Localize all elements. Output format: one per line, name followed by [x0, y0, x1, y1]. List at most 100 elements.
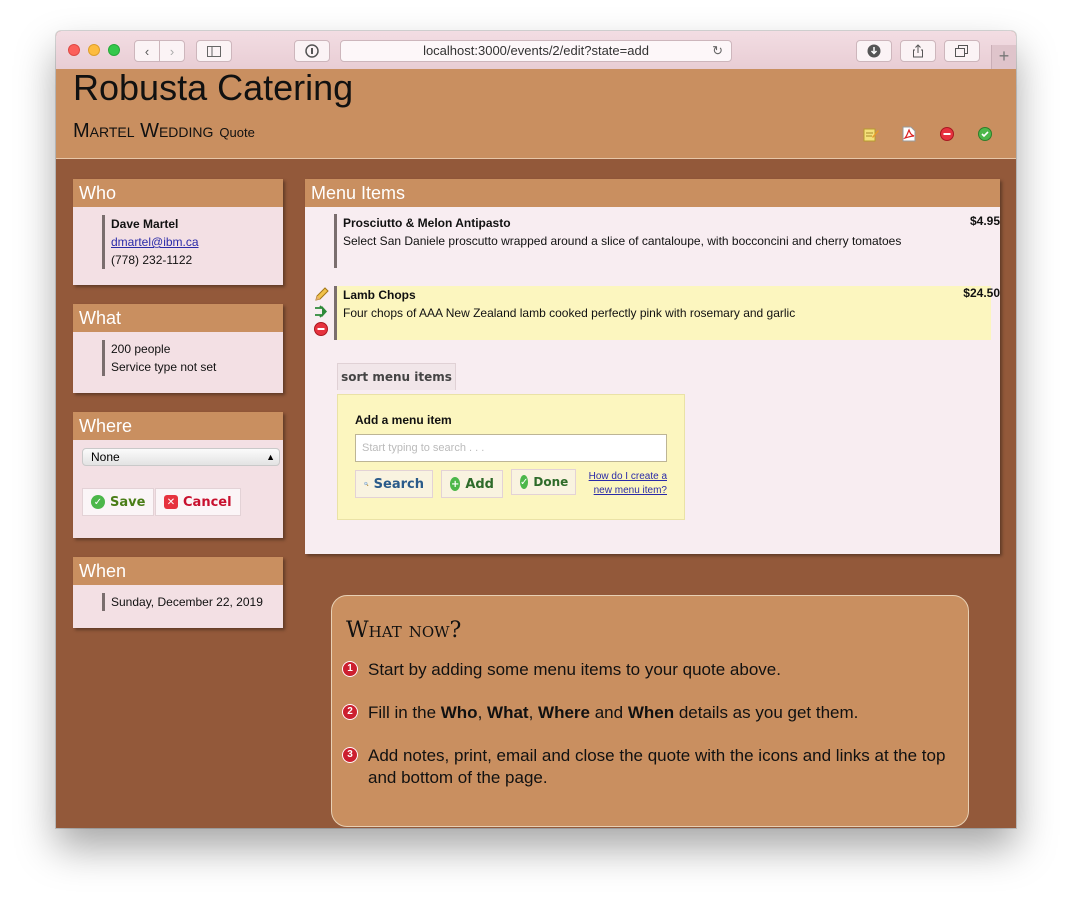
- step-number-badge: 1: [342, 661, 358, 677]
- add-menu-item-title: Add a menu item: [355, 413, 452, 427]
- site-title: Robusta Catering: [73, 67, 354, 108]
- done-label: Done: [533, 475, 569, 489]
- step-3: 3 Add notes, print, email and close the …: [342, 745, 958, 789]
- step-text-pre: Fill in the: [368, 703, 441, 722]
- search-button[interactable]: Search: [355, 470, 433, 498]
- approve-icon[interactable]: [977, 126, 993, 142]
- minimize-window-button[interactable]: [88, 44, 100, 56]
- step-what: What: [487, 703, 529, 722]
- select-arrows-icon: ▲: [266, 452, 275, 462]
- service-type: Service type not set: [111, 360, 217, 374]
- save-label: Save: [110, 494, 146, 510]
- what-now-box: What now? 1 Start by adding some menu it…: [331, 595, 969, 827]
- tabs-overview-button[interactable]: [944, 40, 980, 62]
- cancel-icon: ✕: [164, 495, 178, 509]
- menu-item[interactable]: Lamb Chops Four chops of AAA New Zealand…: [334, 286, 1000, 340]
- location-select-value: None: [91, 450, 120, 464]
- reload-icon[interactable]: ↻: [712, 41, 723, 61]
- search-label: Search: [373, 476, 424, 492]
- privacy-icon: [305, 44, 319, 58]
- browser-window: ‹ › localhost:3000/events/2/edit?state=a…: [56, 31, 1016, 828]
- sidebar-toggle-button[interactable]: [196, 40, 232, 62]
- sidebar-icon: [207, 45, 221, 57]
- what-details: 200 people Service type not set: [102, 340, 283, 376]
- step-sep: and: [590, 703, 628, 722]
- when-details: Sunday, December 22, 2019: [102, 593, 283, 611]
- address-bar[interactable]: localhost:3000/events/2/edit?state=add ↻: [340, 40, 732, 62]
- menu-item-actions: [314, 286, 330, 342]
- notes-icon[interactable]: [863, 126, 879, 142]
- people-count: 200 people: [111, 342, 171, 356]
- add-label: Add: [465, 476, 494, 492]
- menu-item[interactable]: Prosciutto & Melon Antipasto Select San …: [334, 214, 1000, 268]
- add-button[interactable]: + Add: [441, 470, 503, 498]
- contact-phone: (778) 232-1122: [111, 253, 193, 267]
- location-select[interactable]: None ▲: [82, 448, 280, 466]
- menu-title: Menu Items: [305, 179, 1000, 207]
- close-window-button[interactable]: [68, 44, 80, 56]
- contact-block: Dave Martel dmartel@ibm.ca (778) 232-112…: [102, 215, 283, 269]
- menu-items-panel: Menu Items Prosciutto & Melon Antipasto …: [305, 179, 1000, 554]
- pencil-icon[interactable]: [314, 287, 329, 302]
- chevron-left-icon: ‹: [144, 43, 150, 59]
- delete-icon[interactable]: [939, 126, 955, 142]
- share-button[interactable]: [900, 40, 936, 62]
- who-panel: Who Dave Martel dmartel@ibm.ca (778) 232…: [73, 179, 283, 285]
- sort-menu-items-button[interactable]: sort menu items: [337, 363, 456, 390]
- save-button[interactable]: ✓ Save: [82, 488, 155, 516]
- share-icon: [913, 44, 923, 58]
- menu-item-name: Prosciutto & Melon Antipasto: [343, 216, 511, 230]
- contact-email-link[interactable]: dmartel@ibm.ca: [111, 233, 283, 251]
- event-date: Sunday, December 22, 2019: [111, 595, 263, 609]
- what-panel: What 200 people Service type not set: [73, 304, 283, 393]
- url-text: localhost:3000/events/2/edit?state=add: [423, 43, 649, 58]
- where-panel: Where None ▲ ✓ Save ✕ Cancel: [73, 412, 283, 538]
- event-title: Martel Wedding Quote: [73, 120, 255, 143]
- menu-item-description: Four chops of AAA New Zealand lamb cooke…: [343, 306, 796, 320]
- when-panel: When Sunday, December 22, 2019: [73, 557, 283, 628]
- step-number-badge: 2: [342, 704, 358, 720]
- add-menu-item-box: Add a menu item Search + Add ✓ Done How …: [337, 394, 685, 520]
- check-icon: ✓: [91, 495, 105, 509]
- forward-button[interactable]: ›: [159, 40, 185, 62]
- tabs-icon: [955, 45, 968, 57]
- step-1: 1 Start by adding some menu items to you…: [342, 659, 958, 681]
- menu-search-input[interactable]: [355, 434, 667, 462]
- done-button[interactable]: ✓ Done: [511, 469, 576, 495]
- step-text: Start by adding some menu items to your …: [368, 660, 781, 679]
- step-text-post: details as you get them.: [674, 703, 859, 722]
- event-name: Martel Wedding: [73, 120, 214, 142]
- chevron-right-icon: ›: [169, 43, 175, 59]
- step-where: Where: [538, 703, 590, 722]
- help-create-menu-item-link[interactable]: How do I create a new menu item?: [587, 470, 667, 498]
- event-type: Quote: [219, 125, 255, 140]
- page-header: Robusta Catering Martel Wedding Quote: [56, 67, 1016, 159]
- cancel-label: Cancel: [183, 494, 232, 510]
- what-now-title: What now?: [346, 618, 462, 643]
- step-sep: ,: [528, 703, 539, 722]
- downloads-button[interactable]: [856, 40, 892, 62]
- menu-item-name: Lamb Chops: [343, 288, 416, 302]
- step-when: When: [627, 703, 675, 722]
- cancel-button[interactable]: ✕ Cancel: [155, 488, 241, 516]
- browser-toolbar: ‹ › localhost:3000/events/2/edit?state=a…: [56, 31, 1016, 70]
- magnifier-icon: [364, 481, 369, 487]
- step-2: 2 Fill in the Who, What, Where and When …: [342, 702, 958, 724]
- add-icon: +: [450, 477, 461, 491]
- plus-icon: +: [998, 46, 1010, 66]
- new-tab-button[interactable]: +: [991, 45, 1016, 69]
- step-sep: ,: [477, 703, 488, 722]
- step-who: Who: [440, 703, 478, 722]
- remove-icon[interactable]: [314, 322, 328, 336]
- menu-item-description: Select San Daniele proscutto wrapped aro…: [343, 234, 902, 248]
- menu-item-price: $24.50: [963, 286, 1000, 300]
- check-icon: ✓: [520, 475, 529, 489]
- back-button[interactable]: ‹: [134, 40, 160, 62]
- pdf-icon[interactable]: [901, 126, 917, 142]
- move-icon[interactable]: [314, 305, 329, 318]
- what-title: What: [73, 304, 283, 332]
- when-title: When: [73, 557, 283, 585]
- maximize-window-button[interactable]: [108, 44, 120, 56]
- privacy-report-button[interactable]: [294, 40, 330, 62]
- contact-name: Dave Martel: [111, 217, 179, 231]
